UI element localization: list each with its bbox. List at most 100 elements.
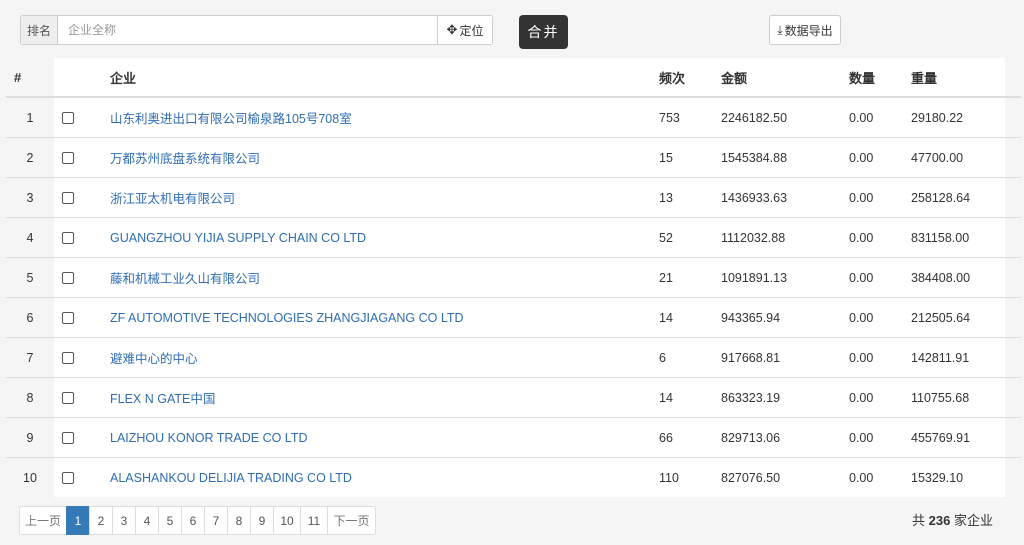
row-checkbox-cell xyxy=(54,257,110,298)
quantity-cell: 0.00 xyxy=(849,417,911,458)
company-link[interactable]: 藤和机械工业久山有限公司 xyxy=(110,272,260,286)
frequency-cell: 66 xyxy=(659,417,721,458)
amount-cell: 917668.81 xyxy=(721,337,849,378)
quantity-cell: 0.00 xyxy=(849,217,911,258)
search-group: 排名 ✥ 定位 xyxy=(20,15,493,45)
company-link[interactable]: FLEX N GATE中国 xyxy=(110,392,215,406)
total-suffix: 家企业 xyxy=(953,513,993,528)
weight-cell: 258128.64 xyxy=(911,177,1021,218)
frequency-cell: 15 xyxy=(659,137,721,178)
weight-cell: 384408.00 xyxy=(911,257,1021,298)
row-checkbox[interactable] xyxy=(62,472,74,485)
pagination: 上一页 1 2 3 4 5 6 7 8 9 10 11 下一页 xyxy=(19,506,376,535)
amount-cell: 827076.50 xyxy=(721,457,849,497)
next-page-button[interactable]: 下一页 xyxy=(327,506,376,535)
row-checkbox-cell xyxy=(54,177,110,218)
row-checkbox[interactable] xyxy=(62,392,74,405)
company-cell: 万都苏州底盘系统有限公司 xyxy=(110,137,659,178)
row-checkbox[interactable] xyxy=(62,152,74,165)
page-8-button[interactable]: 8 xyxy=(227,506,251,535)
row-checkbox[interactable] xyxy=(62,232,74,245)
page-7-button[interactable]: 7 xyxy=(204,506,228,535)
export-label: 数据导出 xyxy=(784,23,833,38)
prev-page-button[interactable]: 上一页 xyxy=(19,506,67,535)
locate-label: 定位 xyxy=(459,23,484,38)
frequency-cell: 21 xyxy=(659,257,721,298)
weight-cell: 142811.91 xyxy=(911,337,1021,378)
company-table: # 企业 频次 金额 数量 重量 1 山东利奥进出口有限公司榆泉路105号708室… xyxy=(6,58,1021,497)
page-4-button[interactable]: 4 xyxy=(135,506,159,535)
page-2-button[interactable]: 2 xyxy=(89,506,113,535)
table-row: 5 藤和机械工业久山有限公司 21 1091891.13 0.00 384408.00 xyxy=(6,257,1021,298)
crosshair-icon: ✥ xyxy=(446,22,458,37)
table-body: 1 山东利奥进出口有限公司榆泉路105号708室 753 2246182.50 0.00… xyxy=(6,97,1021,497)
amount-cell: 1436933.63 xyxy=(721,177,849,218)
company-link[interactable]: GUANGZHOU YIJIA SUPPLY CHAIN CO LTD xyxy=(110,231,366,245)
company-link[interactable]: ALASHANKOU DELIJIA TRADING CO LTD xyxy=(110,471,352,485)
table-header-row: # 企业 频次 金额 数量 重量 xyxy=(6,58,1021,98)
frequency-cell: 52 xyxy=(659,217,721,258)
total-number: 236 xyxy=(928,513,951,528)
company-link[interactable]: 避难中心的中心 xyxy=(110,352,198,366)
quantity-cell: 0.00 xyxy=(849,257,911,298)
company-link[interactable]: ZF AUTOMOTIVE TECHNOLOGIES ZHANGJIAGANG … xyxy=(110,311,464,325)
weight-cell: 212505.64 xyxy=(911,297,1021,338)
table-row: 10 ALASHANKOU DELIJIA TRADING CO LTD 110 82… xyxy=(6,457,1021,497)
page-9-button[interactable]: 9 xyxy=(250,506,274,535)
weight-cell: 831158.00 xyxy=(911,217,1021,258)
row-checkbox[interactable] xyxy=(62,432,74,445)
row-checkbox[interactable] xyxy=(62,112,74,125)
company-cell: 浙江亚太机电有限公司 xyxy=(110,177,659,218)
company-link[interactable]: 山东利奥进出口有限公司榆泉路105号708室 xyxy=(110,112,352,126)
export-button[interactable]: ⤓ 数据导出 xyxy=(769,15,841,45)
weight-cell: 110755.68 xyxy=(911,377,1021,418)
row-checkbox[interactable] xyxy=(62,312,74,325)
company-cell: ALASHANKOU DELIJIA TRADING CO LTD xyxy=(110,457,659,497)
quantity-cell: 0.00 xyxy=(849,110,874,125)
row-checkbox[interactable] xyxy=(62,192,74,205)
company-link[interactable]: 万都苏州底盘系统有限公司 xyxy=(110,152,260,166)
frequency-cell: 753 xyxy=(659,110,680,125)
row-checkbox-cell xyxy=(54,137,110,178)
row-index: 10 xyxy=(6,457,54,497)
merge-button[interactable]: 合并 xyxy=(519,15,568,49)
company-cell: 山东利奥进出口有限公司榆泉路105号708室 xyxy=(110,97,659,138)
page-5-button[interactable]: 5 xyxy=(158,506,182,535)
company-link[interactable]: LAIZHOU KONOR TRADE CO LTD xyxy=(110,431,307,445)
frequency-cell: 110 xyxy=(659,457,721,497)
amount-cell: 1112032.88 xyxy=(721,217,849,258)
company-cell: 藤和机械工业久山有限公司 xyxy=(110,257,659,298)
frequency-cell: 14 xyxy=(659,377,721,418)
company-cell: GUANGZHOU YIJIA SUPPLY CHAIN CO LTD xyxy=(110,217,659,258)
header-index: # xyxy=(6,58,54,98)
table-row: 6 ZF AUTOMOTIVE TECHNOLOGIES ZHANGJIAGANG… xyxy=(6,297,1021,338)
row-index: 5 xyxy=(6,257,54,298)
row-checkbox-cell xyxy=(54,457,110,497)
row-checkbox-cell xyxy=(54,217,110,258)
header-company: 企业 xyxy=(110,58,659,98)
quantity-cell: 0.00 xyxy=(849,377,911,418)
table-row: 3 浙江亚太机电有限公司 13 1436933.63 0.00 258128.64 xyxy=(6,177,1021,218)
amount-cell: 1545384.88 xyxy=(721,137,849,178)
row-checkbox[interactable] xyxy=(62,272,74,285)
table-row: 2 万都苏州底盘系统有限公司 15 1545384.88 0.00 47700.00 xyxy=(6,137,1021,178)
row-checkbox-cell xyxy=(54,377,110,418)
page-6-button[interactable]: 6 xyxy=(181,506,205,535)
amount-cell: 1091891.13 xyxy=(721,257,849,298)
page-10-button[interactable]: 10 xyxy=(273,506,301,535)
amount-cell: 943365.94 xyxy=(721,297,849,338)
header-amount: 金额 xyxy=(721,58,849,98)
quantity-cell: 0.00 xyxy=(849,177,911,218)
header-weight: 重量 xyxy=(911,58,1021,98)
company-link[interactable]: 浙江亚太机电有限公司 xyxy=(110,192,235,206)
page-1-button[interactable]: 1 xyxy=(66,506,90,535)
page-3-button[interactable]: 3 xyxy=(112,506,136,535)
locate-button[interactable]: ✥ 定位 xyxy=(437,16,492,44)
table-row: 8 FLEX N GATE中国 14 863323.19 0.00 110755.68 xyxy=(6,377,1021,418)
frequency-cell: 13 xyxy=(659,177,721,218)
page-11-button[interactable]: 11 xyxy=(300,506,328,535)
company-cell: FLEX N GATE中国 xyxy=(110,377,659,418)
company-search-input[interactable] xyxy=(58,16,437,44)
row-checkbox[interactable] xyxy=(62,352,74,365)
frequency-cell: 6 xyxy=(659,337,721,378)
